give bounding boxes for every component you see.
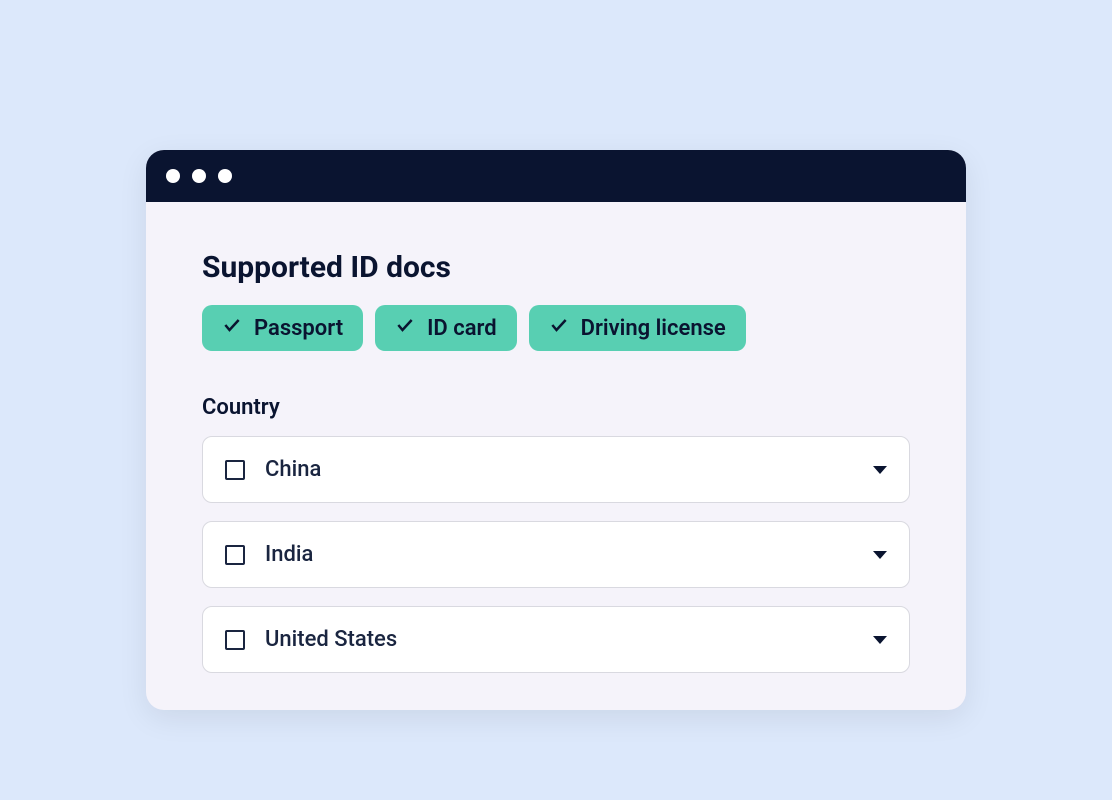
country-section-label: Country [202, 395, 910, 420]
chip-label: Driving license [581, 316, 726, 341]
doc-type-chip-driving-license[interactable]: Driving license [529, 305, 746, 351]
country-label: United States [265, 627, 853, 652]
checkbox-icon[interactable] [225, 545, 245, 565]
chevron-down-icon [873, 551, 887, 559]
window-titlebar [146, 150, 966, 202]
country-list: China India United States [202, 436, 910, 673]
doc-type-chips: Passport ID card Driving license [202, 305, 910, 351]
window-control-dot[interactable] [218, 169, 232, 183]
app-window: Supported ID docs Passport ID card Drivi… [146, 150, 966, 710]
checkbox-icon[interactable] [225, 460, 245, 480]
check-icon [549, 315, 569, 341]
page-title: Supported ID docs [202, 250, 910, 285]
window-control-dot[interactable] [192, 169, 206, 183]
country-label: China [265, 457, 853, 482]
checkbox-icon[interactable] [225, 630, 245, 650]
country-row-china[interactable]: China [202, 436, 910, 503]
country-row-india[interactable]: India [202, 521, 910, 588]
doc-type-chip-passport[interactable]: Passport [202, 305, 363, 351]
content-area: Supported ID docs Passport ID card Drivi… [146, 202, 966, 673]
chevron-down-icon [873, 636, 887, 644]
check-icon [395, 315, 415, 341]
check-icon [222, 315, 242, 341]
doc-type-chip-id-card[interactable]: ID card [375, 305, 517, 351]
chip-label: Passport [254, 316, 343, 341]
country-row-united-states[interactable]: United States [202, 606, 910, 673]
chevron-down-icon [873, 466, 887, 474]
country-label: India [265, 542, 853, 567]
window-control-dot[interactable] [166, 169, 180, 183]
chip-label: ID card [427, 316, 497, 341]
